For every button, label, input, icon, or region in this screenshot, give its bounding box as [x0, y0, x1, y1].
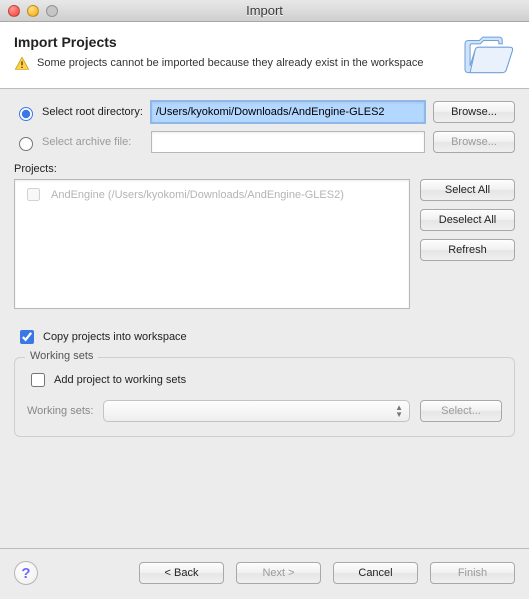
- archive-input: [151, 131, 425, 153]
- dialog-header: Import Projects Some projects cannot be …: [0, 22, 529, 89]
- root-dir-radio-row[interactable]: Select root directory:: [14, 104, 143, 121]
- root-dir-input[interactable]: [151, 101, 425, 123]
- working-sets-selector-row: Working sets: ▲▼ Select...: [27, 400, 502, 422]
- cancel-button[interactable]: Cancel: [333, 562, 418, 584]
- working-sets-group: Working sets Add project to working sets…: [14, 357, 515, 437]
- help-button[interactable]: ?: [14, 561, 38, 585]
- projects-listbox[interactable]: AndEngine (/Users/kyokomi/Downloads/AndE…: [14, 179, 410, 309]
- dialog-body: Select root directory: Browse... Select …: [0, 89, 529, 437]
- close-window-button[interactable]: [8, 5, 20, 17]
- select-all-button[interactable]: Select All: [420, 179, 515, 201]
- add-to-ws-label: Add project to working sets: [54, 374, 186, 386]
- dialog-footer: ? < Back Next > Cancel Finish: [0, 548, 529, 599]
- header-message: Some projects cannot be imported because…: [37, 56, 423, 71]
- window-title: Import: [0, 3, 529, 18]
- next-button: Next >: [236, 562, 321, 584]
- finish-button: Finish: [430, 562, 515, 584]
- archive-radio[interactable]: [19, 137, 33, 151]
- working-sets-combo: ▲▼: [103, 400, 410, 422]
- zoom-window-button: [46, 5, 58, 17]
- projects-side-buttons: Select All Deselect All Refresh: [420, 179, 515, 309]
- copy-projects-row[interactable]: Copy projects into workspace: [16, 327, 515, 347]
- header-message-row: Some projects cannot be imported because…: [14, 56, 451, 72]
- source-selection: Select root directory: Browse... Select …: [14, 101, 515, 153]
- title-bar: Import: [0, 0, 529, 22]
- root-dir-label: Select root directory:: [42, 106, 143, 118]
- projects-section: AndEngine (/Users/kyokomi/Downloads/AndE…: [14, 179, 515, 309]
- copy-projects-label: Copy projects into workspace: [43, 331, 187, 343]
- deselect-all-button[interactable]: Deselect All: [420, 209, 515, 231]
- working-sets-select-button: Select...: [420, 400, 502, 422]
- working-sets-legend: Working sets: [25, 350, 98, 362]
- archive-label: Select archive file:: [42, 136, 131, 148]
- back-button[interactable]: < Back: [139, 562, 224, 584]
- add-to-ws-row[interactable]: Add project to working sets: [27, 370, 502, 390]
- refresh-button[interactable]: Refresh: [420, 239, 515, 261]
- project-item-label: AndEngine (/Users/kyokomi/Downloads/AndE…: [51, 189, 344, 201]
- archive-browse-button: Browse...: [433, 131, 515, 153]
- root-dir-browse-button[interactable]: Browse...: [433, 101, 515, 123]
- window-controls: [8, 5, 58, 17]
- root-dir-radio[interactable]: [19, 107, 33, 121]
- combo-arrows-icon: ▲▼: [395, 404, 403, 418]
- warning-icon: [14, 56, 30, 72]
- project-item-checkbox: [27, 188, 40, 201]
- archive-radio-row[interactable]: Select archive file:: [14, 134, 143, 151]
- projects-label: Projects:: [14, 163, 515, 175]
- project-list-item: AndEngine (/Users/kyokomi/Downloads/AndE…: [17, 182, 407, 207]
- minimize-window-button[interactable]: [27, 5, 39, 17]
- folder-open-icon: [459, 32, 515, 76]
- copy-projects-checkbox[interactable]: [20, 330, 34, 344]
- page-title: Import Projects: [14, 34, 451, 50]
- add-to-ws-checkbox[interactable]: [31, 373, 45, 387]
- working-sets-label: Working sets:: [27, 405, 93, 417]
- wizard-nav-buttons: < Back Next > Cancel Finish: [139, 562, 515, 584]
